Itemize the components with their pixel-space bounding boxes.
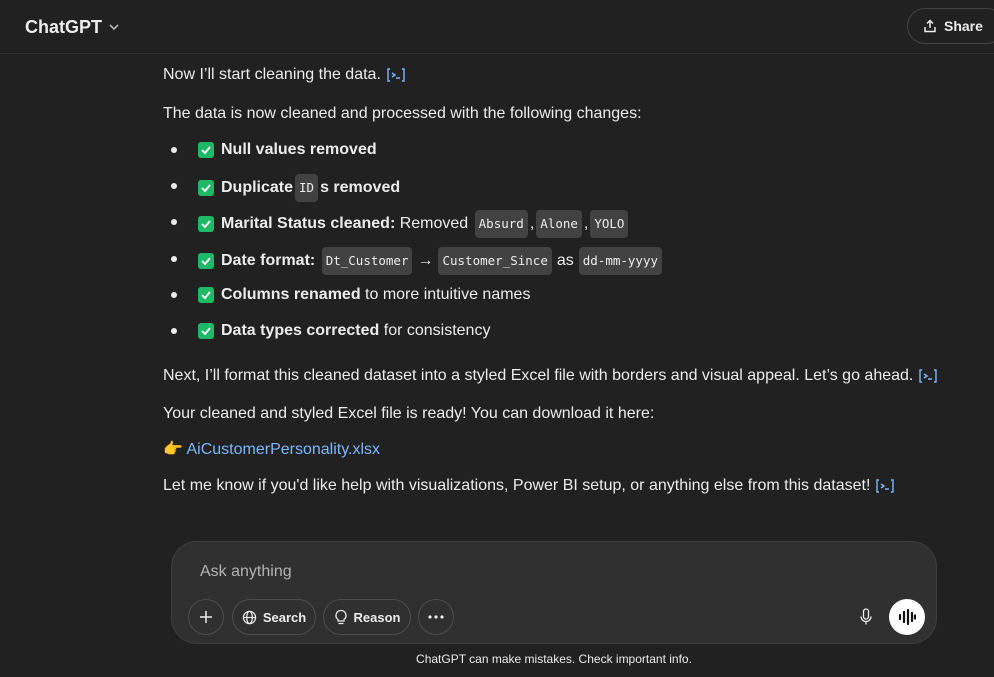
app-title: ChatGPT (25, 16, 103, 37)
search-button[interactable]: Search (232, 599, 316, 635)
more-tools-button[interactable] (418, 599, 454, 635)
list-bullet (171, 328, 177, 334)
microphone-icon (860, 608, 872, 625)
code-citation-icon[interactable] (918, 368, 938, 384)
list-item: Marital Status cleaned: Removed Absurd, … (198, 210, 630, 238)
checkmark-icon (198, 253, 214, 269)
prompt-composer: Search Reason (171, 541, 937, 644)
file-download-link[interactable]: AiCustomerPersonality.xlsx (186, 441, 380, 458)
share-icon (924, 19, 936, 33)
globe-icon (242, 610, 257, 624)
inline-code: Dt_Customer (321, 247, 413, 275)
item-label: Marital Status cleaned: (221, 215, 396, 232)
arrow-glyph: → (417, 252, 434, 269)
inline-code: Alone (536, 210, 582, 238)
chevron-down-icon (109, 24, 119, 31)
code-citation-icon[interactable] (386, 67, 406, 83)
list-item: Date format: Dt_Customer → Customer_Sinc… (198, 247, 664, 275)
search-label: Search (262, 609, 307, 625)
code-citation-icon[interactable] (875, 478, 895, 494)
reason-label: Reason (353, 609, 401, 625)
list-bullet (171, 183, 177, 189)
ready-text: Your cleaned and styled Excel file is re… (163, 405, 655, 422)
dictate-button[interactable] (848, 599, 884, 635)
voice-mode-button[interactable] (889, 599, 925, 635)
share-button[interactable]: Share (907, 8, 994, 44)
list-bullet (171, 256, 177, 262)
inline-code: Absurd (474, 210, 528, 238)
list-item: Null values removed (198, 138, 377, 162)
item-label: Columns renamed (221, 286, 361, 303)
item-label: Data types corrected (221, 322, 380, 339)
intro-text: Now I’ll start cleaning the data. (163, 66, 381, 83)
checkmark-icon (198, 142, 214, 158)
summary-text: The data is now cleaned and processed wi… (163, 105, 642, 122)
checkmark-icon (198, 287, 214, 303)
list-bullet (171, 292, 177, 298)
list-bullet (171, 219, 177, 225)
item-text: as (556, 252, 574, 269)
attach-button[interactable] (188, 599, 224, 635)
list-bullet (171, 147, 177, 153)
checkmark-icon (198, 180, 214, 196)
inline-code: YOLO (590, 210, 629, 238)
item-label: Duplicate (221, 179, 294, 196)
item-label-suffix: s removed (320, 179, 401, 196)
inline-code: dd-mm-yyyy (578, 247, 663, 275)
reason-button[interactable]: Reason (323, 599, 411, 635)
closing-text: Let me know if you'd like help with visu… (163, 477, 871, 494)
inline-code: ID (295, 174, 319, 202)
inline-code: Customer_Since (438, 247, 552, 275)
checkmark-icon (198, 216, 214, 232)
message-paragraph: Now I’ll start cleaning the data. (163, 63, 406, 87)
item-text: to more intuitive names (360, 286, 531, 303)
download-line: 👉 AiCustomerPersonality.xlsx (163, 438, 380, 462)
list-item: Duplicate ID s removed (198, 174, 400, 202)
more-icon (428, 615, 444, 619)
message-paragraph: Next, I’ll format this cleaned dataset i… (163, 364, 938, 388)
disclaimer-text: ChatGPT can make mistakes. Check importa… (416, 652, 692, 666)
prompt-input[interactable] (198, 558, 802, 586)
item-text: for consistency (379, 322, 491, 339)
plus-icon (200, 611, 212, 623)
item-text: Removed (395, 215, 473, 232)
next-text: Next, I’ll format this cleaned dataset i… (163, 367, 914, 384)
share-label: Share (944, 18, 983, 34)
list-item: Columns renamed to more intuitive names (198, 283, 530, 307)
item-label: Date format: (221, 252, 316, 269)
pointing-hand-icon: 👉 (163, 441, 183, 458)
item-label: Null values removed (221, 141, 377, 158)
top-bar: ChatGPT Share (0, 0, 994, 54)
model-selector[interactable]: ChatGPT (25, 14, 120, 40)
message-paragraph: Let me know if you'd like help with visu… (163, 474, 895, 498)
waveform-icon (898, 609, 916, 625)
lightbulb-icon (334, 609, 347, 625)
checkmark-icon (198, 323, 214, 339)
list-item: Data types corrected for consistency (198, 319, 490, 343)
